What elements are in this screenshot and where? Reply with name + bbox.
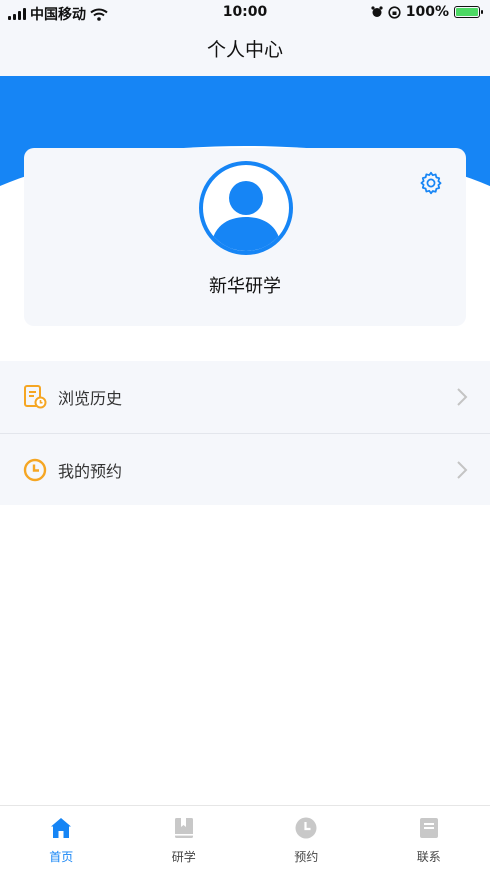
tab-contact[interactable]: 联系: [368, 806, 490, 876]
page-title: 个人中心: [0, 26, 490, 76]
tab-study[interactable]: 研学: [123, 806, 246, 876]
tab-label: 联系: [416, 850, 441, 864]
history-document-icon: [24, 385, 47, 409]
tab-bar: 首页 研学 预约 联系: [0, 805, 490, 876]
tab-reservation[interactable]: 预约: [245, 806, 368, 876]
avatar[interactable]: [199, 161, 293, 255]
chevron-right-icon: [457, 461, 468, 479]
chevron-right-icon: [457, 388, 468, 406]
user-avatar-icon: [211, 181, 281, 251]
tab-label: 研学: [171, 850, 196, 864]
status-bar: 中国移动 10:00 100%: [0, 0, 490, 26]
tab-home[interactable]: 首页: [0, 806, 123, 876]
menu-item-history[interactable]: 浏览历史: [0, 361, 490, 433]
gear-icon[interactable]: [418, 170, 444, 196]
tab-label: 预约: [294, 850, 319, 864]
battery-icon: [454, 6, 483, 18]
clock-icon: [295, 817, 317, 839]
battery-percent: 100%: [405, 4, 449, 20]
profile-card: 新华研学: [24, 148, 466, 326]
contact-icon: [419, 818, 438, 838]
username: 新华研学: [209, 276, 281, 297]
book-icon: [174, 818, 193, 838]
status-right: 100%: [371, 4, 483, 20]
clock-icon: [23, 458, 47, 481]
alarm-icon: [371, 6, 383, 17]
battery-fill: [456, 8, 478, 16]
menu-item-reservations[interactable]: 我的预约: [0, 433, 490, 505]
menu-list: 浏览历史 我的预约: [0, 361, 490, 505]
home-icon: [51, 818, 72, 838]
tab-label: 首页: [49, 850, 74, 864]
orientation-lock-icon: [388, 5, 401, 19]
menu-item-label: 我的预约: [58, 461, 123, 481]
menu-item-label: 浏览历史: [58, 389, 123, 408]
